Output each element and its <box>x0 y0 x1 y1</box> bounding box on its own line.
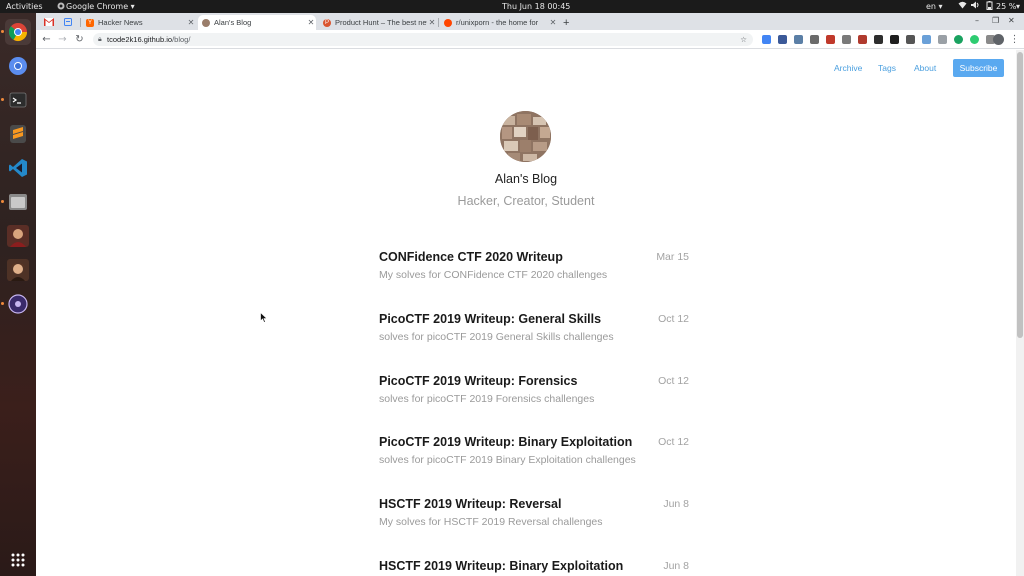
extension-icon[interactable] <box>794 35 803 44</box>
tab-product-hunt[interactable]: P Product Hunt – The best new ✕ <box>319 15 437 30</box>
docs-icon <box>64 17 72 28</box>
extension-icon[interactable] <box>826 35 835 44</box>
tab-title: r/unixporn - the home for <box>456 18 539 27</box>
close-window-icon[interactable]: ✕ <box>1008 16 1015 25</box>
back-icon[interactable]: ← <box>40 33 53 46</box>
post-date: Jun 8 <box>663 560 689 572</box>
system-top-bar: Activities Google Chrome ▾ Thu Jun 18 00… <box>0 0 1024 13</box>
page-content: Archive Tags About Subscribe Alan's Blog… <box>36 50 1016 576</box>
dock-chrome-icon[interactable] <box>1 19 31 45</box>
post-description: solves for picoCTF 2019 Binary Exploitat… <box>379 454 636 466</box>
extension-icon[interactable] <box>842 35 851 44</box>
reddit-icon <box>444 18 452 27</box>
extension-icon[interactable] <box>890 35 899 44</box>
nav-tags-link[interactable]: Tags <box>878 63 896 73</box>
post-date: Mar 15 <box>656 251 689 263</box>
post-date: Oct 12 <box>658 313 689 325</box>
extension-icon[interactable] <box>938 35 947 44</box>
dock <box>0 13 36 576</box>
post-date: Jun 8 <box>663 498 689 510</box>
battery-icon[interactable] <box>986 1 993 13</box>
subscribe-button[interactable]: Subscribe <box>953 59 1004 77</box>
tab-title: Product Hunt – The best new <box>335 18 427 27</box>
browser-toolbar: ← → ↻ 🔒︎ tcode2k16.github.io/blog/ ☆ ⋮ <box>36 30 1024 49</box>
wifi-icon[interactable] <box>958 1 967 12</box>
close-tab-icon[interactable]: ✕ <box>186 18 196 27</box>
dock-files-icon[interactable] <box>1 189 31 215</box>
activities-button[interactable]: Activities <box>6 1 43 12</box>
extension-icon[interactable] <box>858 35 867 44</box>
dock-vscode-icon[interactable] <box>5 155 31 181</box>
blog-title[interactable]: Alan's Blog <box>376 172 676 186</box>
tab-hacker-news[interactable]: Y Hacker News ✕ <box>82 15 196 30</box>
nav-about-link[interactable]: About <box>914 63 936 73</box>
language-indicator[interactable]: en ▾ <box>926 1 943 12</box>
close-tab-icon[interactable]: ✕ <box>306 18 316 27</box>
nav-archive-link[interactable]: Archive <box>834 63 862 73</box>
tab-gmail[interactable] <box>40 15 58 30</box>
profile-avatar-icon[interactable] <box>993 34 1004 45</box>
url-host: tcode2k16.github.io <box>107 35 173 44</box>
chrome-menu-icon[interactable]: ⋮ <box>1008 33 1021 46</box>
bookmark-star-icon[interactable]: ☆ <box>740 33 747 46</box>
product-hunt-icon: P <box>323 18 331 27</box>
post-title[interactable]: PicoCTF 2019 Writeup: General Skills <box>379 312 601 326</box>
gmail-icon <box>44 17 54 28</box>
post-date: Oct 12 <box>658 375 689 387</box>
system-menu-arrow-icon[interactable]: ▾ <box>1016 1 1020 12</box>
clock[interactable]: Thu Jun 18 00:45 <box>502 1 570 12</box>
extension-icon[interactable] <box>778 35 787 44</box>
extension-icon[interactable] <box>970 35 979 44</box>
post-date: Oct 12 <box>658 436 689 448</box>
new-tab-button[interactable]: + <box>561 15 575 30</box>
dock-chromium-icon[interactable] <box>5 53 31 79</box>
dock-media-player-icon[interactable] <box>1 291 31 317</box>
show-applications-icon[interactable] <box>5 547 31 573</box>
address-bar[interactable]: 🔒︎ tcode2k16.github.io/blog/ ☆ <box>93 33 753 46</box>
extension-icon[interactable] <box>922 35 931 44</box>
post-description: solves for picoCTF 2019 General Skills c… <box>379 331 614 343</box>
forward-icon[interactable]: → <box>56 33 69 46</box>
reload-icon[interactable]: ↻ <box>73 33 86 46</box>
dock-sublime-icon[interactable] <box>5 121 31 147</box>
post-title[interactable]: CONFidence CTF 2020 Writeup <box>379 250 563 264</box>
post-description: My solves for CONFidence CTF 2020 challe… <box>379 269 608 281</box>
minimize-icon[interactable]: – <box>975 16 979 25</box>
extension-icon[interactable] <box>810 35 819 44</box>
post-title[interactable]: HSCTF 2019 Writeup: Reversal <box>379 497 561 511</box>
dock-avatar-app-icon[interactable] <box>5 223 31 249</box>
extension-icon[interactable] <box>874 35 883 44</box>
url-path: /blog/ <box>172 35 191 44</box>
post-title[interactable]: PicoCTF 2019 Writeup: Forensics <box>379 374 577 388</box>
tab-title: Hacker News <box>98 18 143 27</box>
post-title[interactable]: HSCTF 2019 Writeup: Binary Exploitation <box>379 559 623 573</box>
battery-percent: 25 % <box>996 2 1017 11</box>
hn-icon: Y <box>86 18 94 27</box>
tab-unixporn[interactable]: r/unixporn - the home for ✕ <box>440 15 558 30</box>
dock-terminal-icon[interactable] <box>1 87 31 113</box>
tab-strip: Y Hacker News ✕ Alan's Blog ✕ P Product … <box>36 13 1024 30</box>
chrome-app-icon <box>57 1 65 12</box>
blog-avatar[interactable] <box>500 111 551 162</box>
page-scrollbar[interactable] <box>1016 50 1024 576</box>
post-description: My solves for HSCTF 2019 Reversal challe… <box>379 516 603 528</box>
tab-title: Alan's Blog <box>214 18 252 27</box>
tab-alans-blog[interactable]: Alan's Blog ✕ <box>198 15 316 30</box>
maximize-icon[interactable]: ❐ <box>992 16 999 25</box>
scrollbar-thumb[interactable] <box>1017 52 1023 338</box>
translate-extension-icon[interactable] <box>762 35 771 44</box>
close-tab-icon[interactable]: ✕ <box>548 18 558 27</box>
lock-icon: 🔒︎ <box>98 36 102 43</box>
post-title[interactable]: PicoCTF 2019 Writeup: Binary Exploitatio… <box>379 435 632 449</box>
blog-favicon-icon <box>202 18 210 27</box>
grammarly-extension-icon[interactable] <box>954 35 963 44</box>
app-menu[interactable]: Google Chrome ▾ <box>66 1 135 12</box>
volume-icon[interactable] <box>971 1 980 12</box>
blog-subtitle: Hacker, Creator, Student <box>457 194 595 208</box>
close-tab-icon[interactable]: ✕ <box>427 18 437 27</box>
extension-icon[interactable] <box>906 35 915 44</box>
dock-portrait-app-icon[interactable] <box>5 257 31 283</box>
post-description: solves for picoCTF 2019 Forensics challe… <box>379 393 595 405</box>
tab-docs[interactable] <box>60 15 78 30</box>
